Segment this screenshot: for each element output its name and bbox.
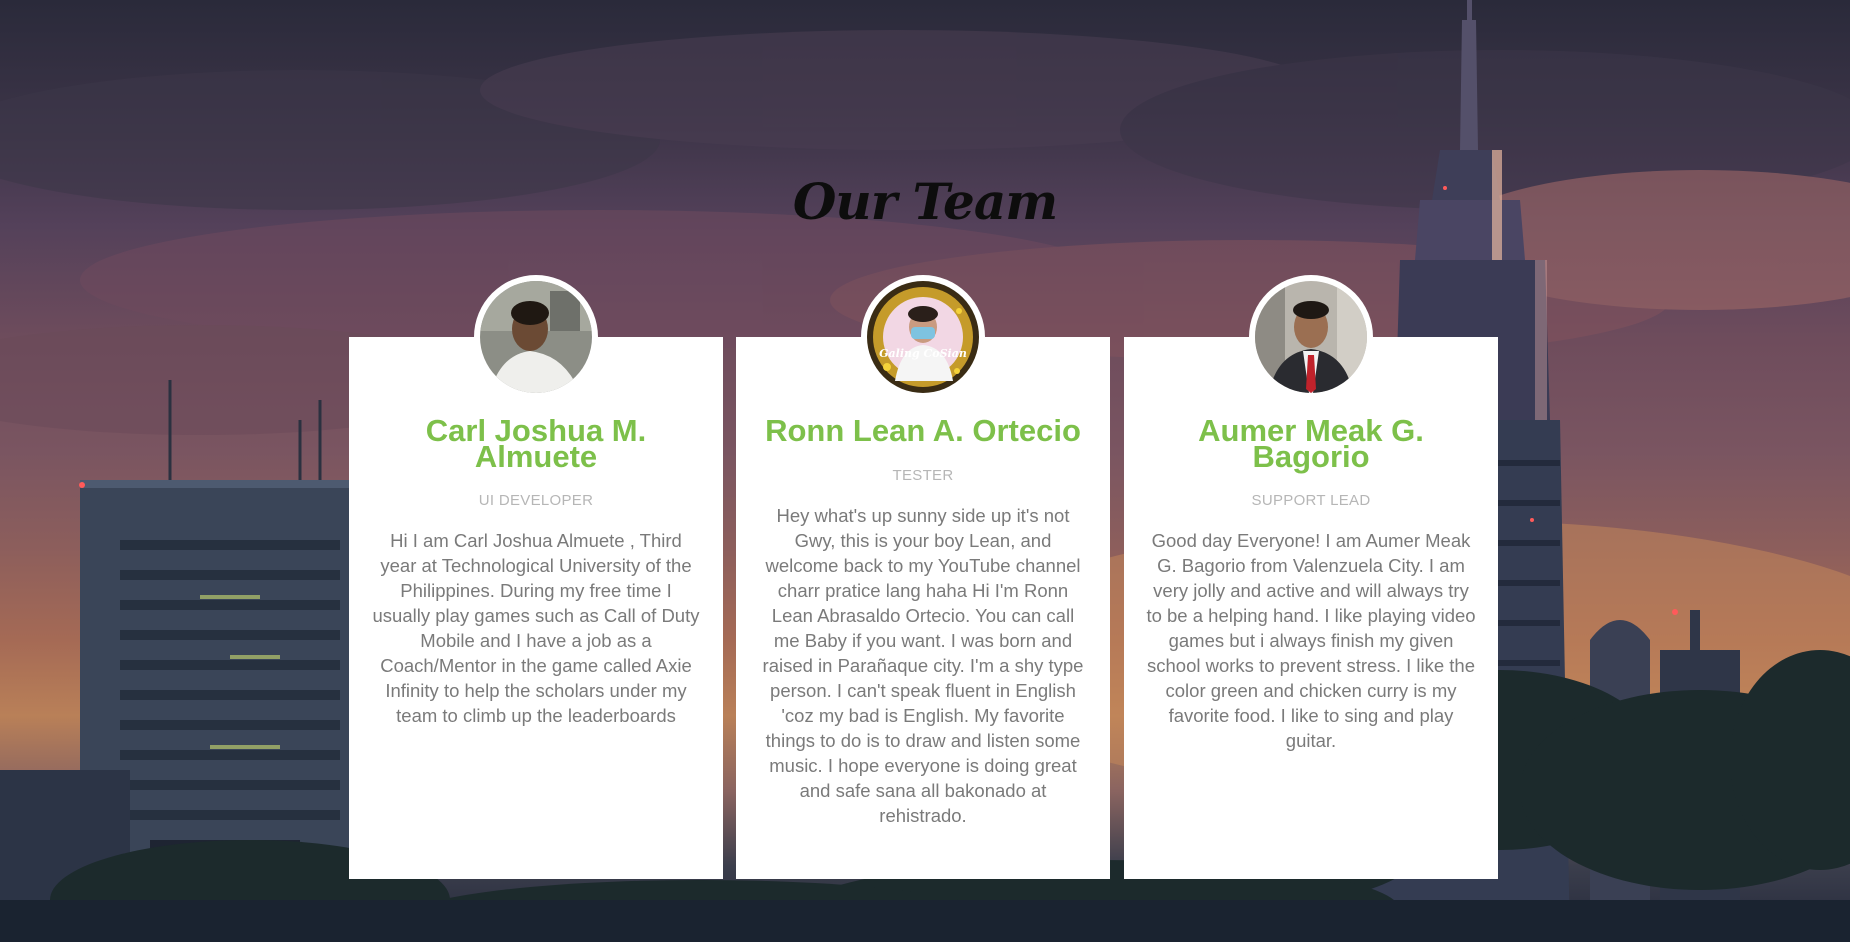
member-bio: Good day Everyone! I am Aumer Meak G. Ba… <box>1146 530 1476 751</box>
member-bio: Hey what's up sunny side up it's not Gwy… <box>762 505 1084 826</box>
member-name: Ronn Lean A. Ortecio <box>765 413 1081 448</box>
team-member-card: Carl Joshua M. Almuete UI DEVELOPER Hi I… <box>349 275 723 879</box>
member-role: UI DEVELOPER <box>478 492 594 509</box>
avatar-badge-text: Galing CoSian <box>879 347 967 360</box>
member-name: Aumer Meak G. Bagorio <box>1198 413 1424 474</box>
member-role: TESTER <box>892 467 954 484</box>
team-member-card: Aumer Meak G. Bagorio SUPPORT LEAD Good … <box>1124 275 1498 879</box>
person-photo-icon <box>480 281 592 393</box>
person-photo-icon <box>1255 281 1367 393</box>
avatar <box>1249 275 1373 399</box>
page-title: Our Team <box>792 172 1058 231</box>
person-photo-icon: Galing CoSian <box>867 281 979 393</box>
avatar <box>474 275 598 399</box>
avatar: Galing CoSian <box>861 275 985 399</box>
member-role: SUPPORT LEAD <box>1251 492 1371 509</box>
team-member-card: Galing CoSian Ronn Lean A. Ortecio TESTE… <box>736 275 1110 879</box>
member-name: Carl Joshua M. Almuete <box>425 413 647 474</box>
member-bio: Hi I am Carl Joshua Almuete , Third year… <box>372 530 700 726</box>
